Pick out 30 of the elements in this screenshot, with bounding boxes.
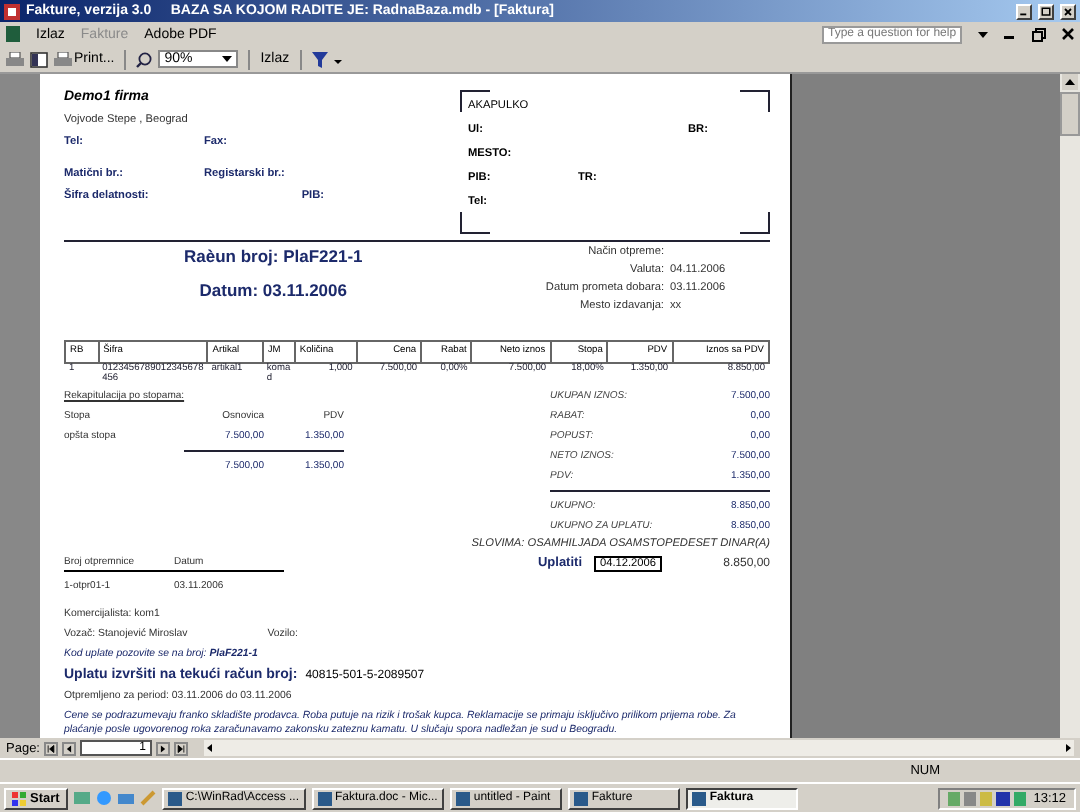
filter-icon[interactable] xyxy=(311,51,328,67)
previous-page-icon[interactable] xyxy=(62,741,76,755)
zoom-icon[interactable] xyxy=(136,51,153,67)
last-page-icon[interactable] xyxy=(174,741,188,755)
print-icon[interactable] xyxy=(6,51,24,67)
windows-logo-icon xyxy=(12,791,26,805)
invoice-date: Datum: 03.11.2006 xyxy=(199,279,347,300)
tray-icons-drawing[interactable] xyxy=(947,791,1028,805)
dropdown-icon[interactable] xyxy=(333,55,342,63)
minimize-icon[interactable] xyxy=(1016,3,1032,19)
first-page-icon[interactable] xyxy=(44,741,58,755)
horizontal-scrollbar[interactable] xyxy=(204,740,1074,756)
close-icon[interactable] xyxy=(1062,28,1074,40)
window-icon xyxy=(573,791,588,805)
dropdown-icon[interactable] xyxy=(978,29,988,39)
print-icon xyxy=(54,51,72,67)
scroll-up-icon[interactable] xyxy=(1062,74,1078,90)
next-page-icon[interactable] xyxy=(156,741,170,755)
window-icon xyxy=(167,791,182,805)
maximize-icon[interactable] xyxy=(1038,3,1054,19)
restore-icon[interactable] xyxy=(1032,27,1046,41)
page-icon[interactable] xyxy=(30,51,48,67)
dropdown-icon[interactable] xyxy=(222,55,233,63)
invoice-number: Raèun broj: PlaF221-1 xyxy=(184,245,363,266)
window-icon xyxy=(455,791,470,805)
window-icon xyxy=(691,791,706,805)
window-icon xyxy=(317,791,331,805)
scroll-right-icon[interactable] xyxy=(1062,742,1074,754)
scrollbar-thumb[interactable] xyxy=(1060,92,1080,136)
scroll-left-icon[interactable] xyxy=(204,742,216,754)
